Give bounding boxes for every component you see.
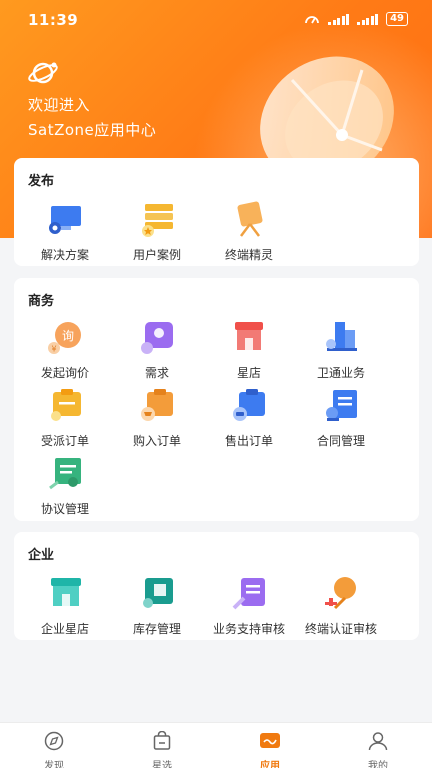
welcome-text: 欢迎进入 SatZone应用中心: [28, 93, 156, 143]
bag-icon: [153, 730, 171, 750]
tile-label: 售出订单: [224, 434, 273, 448]
tile-label: 受派订单: [40, 434, 89, 448]
tile-purchase-order[interactable]: 购入订单: [109, 386, 205, 449]
sales-order-icon: [229, 386, 269, 426]
battery-indicator: 49: [386, 12, 408, 26]
tile-label: 协议管理: [40, 502, 89, 516]
enterprise-section: 企业 企业星店 库存管理 业务支持审核 终端认证审核: [14, 532, 419, 640]
tile-label: 企业星店: [40, 622, 89, 636]
tab-label: 星选: [152, 761, 172, 768]
tab-label: 我的: [368, 761, 388, 768]
tile-satcom-business[interactable]: 卫通业务: [293, 318, 389, 381]
status-bar: 11:39 49: [0, 0, 432, 40]
contract-icon: [321, 386, 361, 426]
compass-icon: [44, 731, 64, 751]
business-title: 商务: [28, 294, 55, 309]
enterprise-title: 企业: [28, 548, 55, 563]
tile-label: 合同管理: [316, 434, 365, 448]
tile-inventory[interactable]: 库存管理: [109, 574, 205, 637]
tile-solution[interactable]: 解决方案: [17, 200, 113, 263]
tile-agreement[interactable]: 协议管理: [17, 454, 113, 517]
signal-icon-2: [357, 13, 379, 25]
tab-discover[interactable]: 发现: [0, 723, 108, 768]
tile-terminal-sprite[interactable]: 终端精灵: [201, 200, 297, 263]
welcome-line-1: 欢迎进入: [28, 96, 91, 114]
tab-label: 发现: [44, 761, 64, 768]
tile-support-review[interactable]: 业务支持审核: [201, 574, 297, 637]
solution-icon: [45, 200, 85, 240]
tile-label: 需求: [144, 366, 169, 380]
support-review-icon: [229, 574, 269, 614]
agreement-icon: [45, 454, 85, 494]
tile-label: 终端认证审核: [304, 622, 377, 636]
tile-enterprise-shop[interactable]: 企业星店: [17, 574, 113, 637]
svg-text:询: 询: [62, 329, 74, 343]
tile-star-shop[interactable]: 星店: [201, 318, 297, 381]
bottom-tab-bar: 发现 星选 应用 我的: [0, 722, 432, 768]
status-time: 11:39: [28, 11, 79, 29]
tile-label: 用户案例: [132, 248, 181, 262]
publish-title: 发布: [28, 174, 55, 189]
tile-assigned-order[interactable]: 受派订单: [17, 386, 113, 449]
terminal-cert-icon: [321, 574, 361, 614]
tile-label: 购入订单: [132, 434, 181, 448]
tile-label: 解决方案: [40, 248, 89, 262]
apps-icon: [260, 733, 280, 748]
status-icons: 49: [304, 12, 408, 26]
svg-text:¥: ¥: [51, 345, 56, 354]
terminal-sprite-icon: [229, 200, 269, 240]
purchase-order-icon: [137, 386, 177, 426]
inventory-icon: [137, 574, 177, 614]
assigned-order-icon: [45, 386, 85, 426]
tile-label: 库存管理: [132, 622, 181, 636]
tile-inquiry[interactable]: 询 ¥ 发起询价: [17, 318, 113, 381]
welcome-line-2: SatZone应用中心: [28, 121, 157, 139]
tile-user-case[interactable]: 用户案例: [109, 200, 205, 263]
star-shop-icon: [229, 318, 269, 358]
tab-profile[interactable]: 我的: [324, 723, 432, 768]
tile-label: 卫通业务: [316, 366, 365, 380]
tile-label: 发起询价: [40, 366, 89, 380]
user-case-icon: [137, 200, 177, 240]
inquiry-icon: 询 ¥: [45, 318, 85, 358]
signal-icon: [328, 13, 350, 25]
tile-label: 业务支持审核: [212, 622, 285, 636]
satzone-logo-icon: [27, 58, 61, 92]
network-speed-icon: [305, 16, 319, 24]
tab-label: 应用: [260, 761, 280, 768]
satcom-business-icon: [321, 318, 361, 358]
enterprise-shop-icon: [45, 574, 85, 614]
business-section: 商务 询 ¥ 发起询价 需求 星店 卫通业务 受派订单 购入订单 售出订单 合同…: [14, 278, 419, 521]
tile-sales-order[interactable]: 售出订单: [201, 386, 297, 449]
tile-label: 星店: [236, 366, 261, 380]
tab-apps[interactable]: 应用: [216, 723, 324, 768]
tile-terminal-cert[interactable]: 终端认证审核: [293, 574, 389, 637]
tile-contract[interactable]: 合同管理: [293, 386, 389, 449]
profile-icon: [368, 732, 388, 751]
demand-icon: [137, 318, 177, 358]
publish-section: 发布 解决方案 用户案例 终端精灵: [14, 158, 419, 266]
tab-select[interactable]: 星选: [108, 723, 216, 768]
tile-demand[interactable]: 需求: [109, 318, 205, 381]
tile-label: 终端精灵: [224, 248, 273, 262]
